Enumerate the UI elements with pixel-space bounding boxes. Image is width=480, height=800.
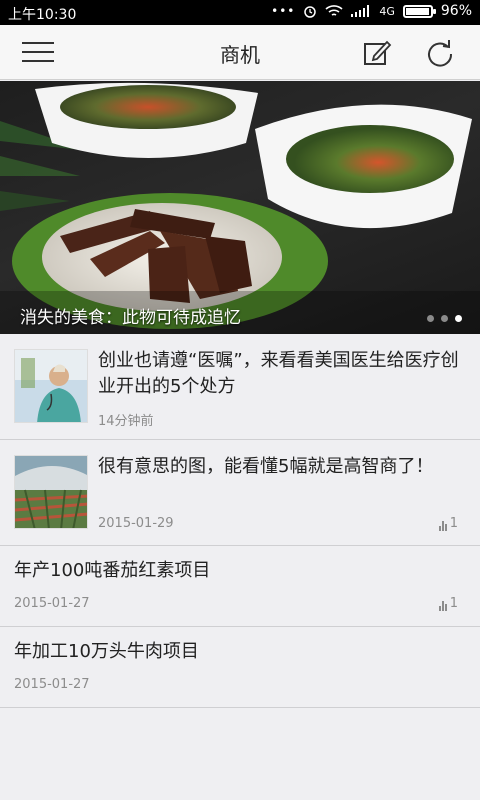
banner-pager xyxy=(427,315,462,322)
article-thumbnail xyxy=(14,455,88,529)
wifi-icon xyxy=(325,5,343,16)
article-title: 年加工10万头牛肉项目 xyxy=(14,641,199,662)
list-item[interactable]: 很有意思的图，能看懂5幅就是高智商了！ 2015-01-29 1 xyxy=(0,440,480,546)
app-header: 商机 xyxy=(0,25,480,80)
status-bar: 上午10:30 ••• 4G 96% xyxy=(0,0,480,25)
refresh-button[interactable] xyxy=(424,37,456,69)
refresh-icon xyxy=(428,40,453,67)
status-time: 上午10:30 xyxy=(8,7,77,23)
pager-dot[interactable] xyxy=(427,315,434,322)
article-title: 创业也请遵“医嘱”，来看看美国医生给医疗创业开出的5个处方 xyxy=(98,350,459,397)
view-count: 1 xyxy=(438,516,458,531)
pager-dot[interactable] xyxy=(455,315,462,322)
article-date: 2015-01-29 xyxy=(98,516,174,531)
article-title: 很有意思的图，能看懂5幅就是高智商了！ xyxy=(98,456,434,477)
featured-banner[interactable]: 消失的美食：此物可待成追忆 xyxy=(0,81,480,334)
network-type: 4G xyxy=(379,4,395,18)
compose-button[interactable] xyxy=(362,38,392,68)
article-title: 年产100吨番茄红素项目 xyxy=(14,560,211,581)
view-count: 1 xyxy=(438,596,458,611)
status-icons: ••• 4G 96% xyxy=(271,3,472,19)
signal-icon xyxy=(351,5,370,17)
list-item[interactable]: 创业也请遵“医嘱”，来看看美国医生给医疗创业开出的5个处方 14分钟前 xyxy=(0,334,480,440)
stats-icon xyxy=(438,601,447,611)
view-count-value: 1 xyxy=(449,516,458,531)
list-item[interactable]: 年产100吨番茄红素项目 2015-01-27 1 xyxy=(0,546,480,627)
battery-icon xyxy=(402,4,436,18)
edit-icon xyxy=(364,40,392,65)
view-count-value: 1 xyxy=(449,596,458,611)
article-date: 2015-01-27 xyxy=(14,677,90,692)
article-date: 2015-01-27 xyxy=(14,596,90,611)
article-list: 创业也请遵“医嘱”，来看看美国医生给医疗创业开出的5个处方 14分钟前 很有意思… xyxy=(0,334,480,708)
stats-icon xyxy=(438,521,447,531)
banner-image xyxy=(0,82,480,334)
pager-dot[interactable] xyxy=(441,315,448,322)
page-title: 商机 xyxy=(220,43,260,67)
article-thumbnail xyxy=(14,349,88,423)
more-notifications-icon: ••• xyxy=(271,4,296,18)
article-time: 14分钟前 xyxy=(98,414,154,429)
battery-percent: 96% xyxy=(440,3,472,19)
banner-caption: 消失的美食：此物可待成追忆 xyxy=(20,308,241,328)
list-item[interactable]: 年加工10万头牛肉项目 2015-01-27 xyxy=(0,627,480,708)
alarm-icon xyxy=(304,6,317,18)
